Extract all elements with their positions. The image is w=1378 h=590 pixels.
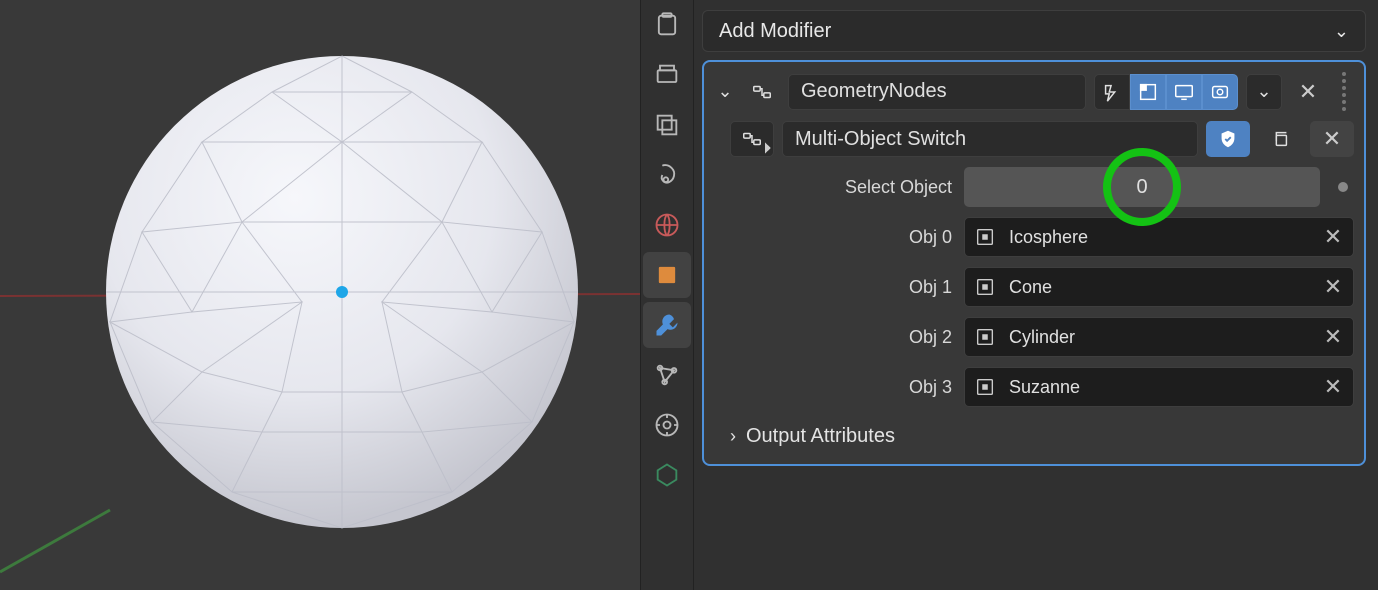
obj-slot-value: Cone [1009, 277, 1309, 298]
obj-slot-field[interactable]: Suzanne ✕ [964, 367, 1354, 407]
tab-data[interactable] [643, 452, 691, 498]
modifier-extras-menu[interactable]: ⌄ [1246, 74, 1282, 110]
modifier-header: ⌄ GeometryNodes ⌄ ✕ [714, 72, 1354, 111]
nodegroup-name-text: Multi-Object Switch [795, 128, 966, 151]
tab-physics[interactable] [643, 402, 691, 448]
obj-slot-field[interactable]: Icosphere ✕ [964, 217, 1354, 257]
attribute-toggle-dot[interactable] [1338, 182, 1348, 192]
modifier-block: ⌄ GeometryNodes ⌄ ✕ Multi-Object [702, 60, 1366, 466]
tab-output[interactable] [643, 52, 691, 98]
obj-slot-2: Obj 2 Cylinder ✕ [730, 317, 1354, 357]
output-attributes-section[interactable]: › Output Attributes [730, 425, 1354, 448]
unlink-nodegroup-button[interactable]: ✕ [1310, 121, 1354, 157]
close-icon: ✕ [1299, 79, 1317, 105]
add-modifier-dropdown[interactable]: Add Modifier ⌄ [702, 10, 1366, 52]
tab-particles[interactable] [643, 352, 691, 398]
add-modifier-label: Add Modifier [719, 20, 831, 43]
clear-value-button[interactable]: ✕ [1319, 224, 1347, 250]
object-data-icon [971, 223, 999, 251]
modifier-display-toggles [1094, 74, 1238, 110]
object-data-icon [971, 373, 999, 401]
clear-value-button[interactable]: ✕ [1319, 374, 1347, 400]
obj-slot-label: Obj 3 [730, 377, 952, 398]
duplicate-nodegroup-button[interactable] [1258, 121, 1302, 157]
select-object-field[interactable]: 0 [964, 167, 1320, 207]
modifier-properties-panel: Add Modifier ⌄ ⌄ GeometryNodes ⌄ ✕ [694, 0, 1378, 590]
obj-slot-3: Obj 3 Suzanne ✕ [730, 367, 1354, 407]
select-object-property: Select Object 0 [730, 167, 1354, 207]
obj-slot-value: Suzanne [1009, 377, 1309, 398]
tab-world[interactable] [643, 202, 691, 248]
chevron-down-icon: ⌄ [1334, 21, 1349, 42]
obj-slot-label: Obj 0 [730, 227, 952, 248]
drag-handle-icon[interactable] [1334, 72, 1354, 111]
viewport-3d[interactable] [0, 0, 640, 590]
tab-viewlayer[interactable] [643, 102, 691, 148]
toggle-render-icon[interactable] [1202, 74, 1238, 110]
clear-value-button[interactable]: ✕ [1319, 324, 1347, 350]
close-icon: ✕ [1323, 126, 1341, 152]
nodegroup-browse[interactable] [730, 121, 774, 157]
nodegroup-name-field[interactable]: Multi-Object Switch [782, 121, 1198, 157]
fake-user-toggle[interactable] [1206, 121, 1250, 157]
select-object-value: 0 [1136, 176, 1147, 199]
obj-slot-0: Obj 0 Icosphere ✕ [730, 217, 1354, 257]
tab-modifiers[interactable] [643, 302, 691, 348]
object-data-icon [971, 323, 999, 351]
tab-object[interactable] [643, 252, 691, 298]
nodegroup-row: Multi-Object Switch ✕ [730, 121, 1354, 157]
obj-slot-field[interactable]: Cylinder ✕ [964, 317, 1354, 357]
obj-slot-field[interactable]: Cone ✕ [964, 267, 1354, 307]
clear-value-button[interactable]: ✕ [1319, 274, 1347, 300]
chevron-right-icon: › [730, 426, 736, 447]
output-attributes-label: Output Attributes [746, 425, 895, 448]
obj-slot-label: Obj 2 [730, 327, 952, 348]
toggle-nodepanel-icon[interactable] [1094, 74, 1130, 110]
modifier-name-text: GeometryNodes [801, 80, 947, 103]
object-data-icon [971, 273, 999, 301]
tab-render[interactable] [643, 2, 691, 48]
nodes-icon [744, 74, 780, 110]
obj-slot-value: Cylinder [1009, 327, 1309, 348]
properties-tabs [640, 0, 694, 590]
obj-slot-value: Icosphere [1009, 227, 1309, 248]
obj-slot-1: Obj 1 Cone ✕ [730, 267, 1354, 307]
tab-scene[interactable] [643, 152, 691, 198]
obj-slot-label: Obj 1 [730, 277, 952, 298]
toggle-viewport-icon[interactable] [1166, 74, 1202, 110]
modifier-name-field[interactable]: GeometryNodes [788, 74, 1086, 110]
select-object-label: Select Object [730, 177, 952, 198]
collapse-toggle[interactable]: ⌄ [714, 81, 736, 102]
toggle-editmode-icon[interactable] [1130, 74, 1166, 110]
modifier-delete-button[interactable]: ✕ [1290, 74, 1326, 110]
